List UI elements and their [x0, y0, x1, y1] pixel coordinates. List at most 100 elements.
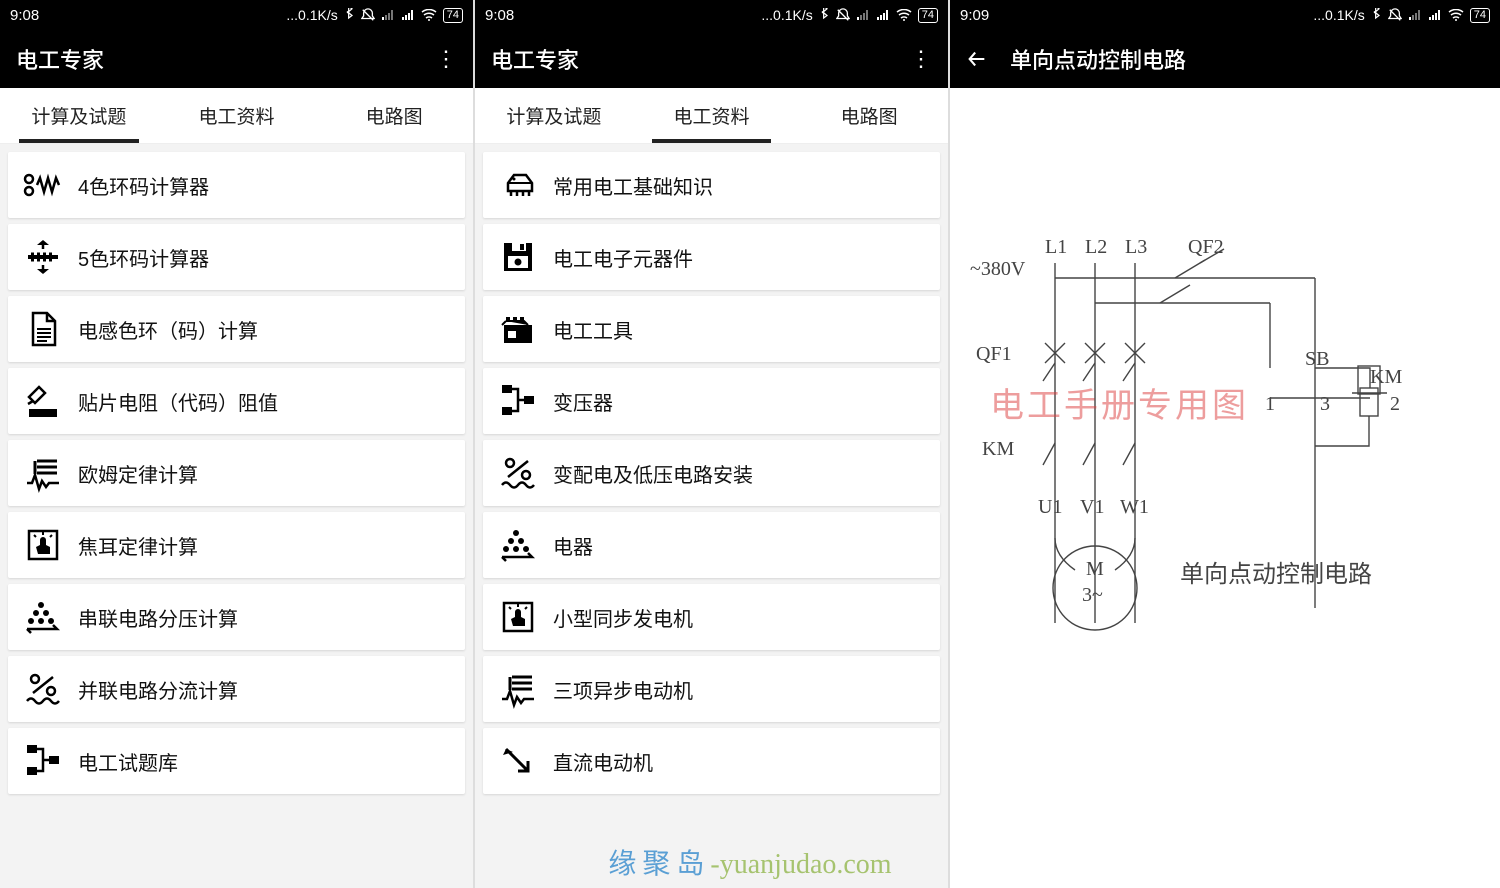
mute-icon: [361, 8, 375, 22]
diagram-caption: 单向点动控制电路: [1180, 554, 1372, 589]
tab-label: 计算及试题: [506, 102, 601, 129]
label-KM-right: KM: [1370, 366, 1402, 389]
status-bar: 9:08 ...0.1K/s 74: [0, 0, 473, 30]
resistor-4-icon: [8, 165, 78, 205]
list-item[interactable]: 小型同步发电机: [483, 584, 940, 650]
page-title: 单向点动控制电路: [1010, 43, 1186, 75]
label-L3: L3: [1125, 236, 1147, 259]
signal-2-icon: [1428, 9, 1442, 21]
list-item[interactable]: 常用电工基础知识: [483, 152, 940, 218]
battery-icon: 74: [443, 8, 463, 23]
back-icon[interactable]: [966, 48, 988, 70]
status-icons: ...0.1K/s 74: [286, 7, 463, 23]
more-menu-icon[interactable]: ⋮: [435, 46, 457, 72]
more-menu-icon[interactable]: ⋮: [910, 46, 932, 72]
smd-icon: [8, 381, 78, 421]
diagram-area[interactable]: ~380V L1 L2 L3 QF2 QF1 SB KM 1 3 2 KM U1…: [950, 88, 1500, 888]
label-n3: 3: [1320, 393, 1330, 416]
list-item-label: 并联电路分流计算: [78, 675, 238, 704]
list-item[interactable]: 贴片电阻（代码）阻值: [8, 368, 465, 434]
list-item-label: 电工工具: [553, 315, 633, 344]
network-speed: ...0.1K/s: [286, 7, 337, 23]
bluetooth-icon: [819, 8, 830, 23]
app-header: 电工专家 ⋮: [0, 30, 473, 88]
sitemap-icon: [483, 381, 553, 421]
app-header: 单向点动控制电路: [950, 30, 1500, 88]
list-item-label: 5色环码计算器: [78, 243, 209, 272]
tab-label: 电路图: [841, 102, 898, 129]
list-item[interactable]: 并联电路分流计算: [8, 656, 465, 722]
list-item[interactable]: 焦耳定律计算: [8, 512, 465, 578]
list-item[interactable]: 直流电动机: [483, 728, 940, 794]
status-icons: ...0.1K/s 74: [1313, 7, 1490, 23]
list-item[interactable]: 变压器: [483, 368, 940, 434]
label-V1: V1: [1080, 496, 1104, 519]
pyramid-icon: [483, 525, 553, 565]
wifi-icon: [421, 9, 437, 21]
screen-3: 9:09 ...0.1K/s 74 单向点动控制电路: [950, 0, 1500, 888]
tab-calc[interactable]: 计算及试题: [475, 88, 633, 143]
list-item-label: 电工试题库: [78, 747, 178, 776]
list-item-label: 常用电工基础知识: [553, 171, 713, 200]
list-item-label: 电感色环（码）计算: [78, 315, 258, 344]
list-item-label: 串联电路分压计算: [78, 603, 238, 632]
tab-materials[interactable]: 电工资料: [158, 88, 316, 143]
label-n2: 2: [1390, 393, 1400, 416]
tab-label: 电工资料: [674, 102, 750, 129]
network-speed: ...0.1K/s: [1313, 7, 1364, 23]
app-header: 电工专家 ⋮: [475, 30, 948, 88]
list-item-label: 三项异步电动机: [553, 675, 693, 704]
status-bar: 9:08 ...0.1K/s 74: [475, 0, 948, 30]
label-QF1: QF1: [976, 343, 1012, 366]
status-icons: ...0.1K/s 74: [761, 7, 938, 23]
list-item[interactable]: 电器: [483, 512, 940, 578]
bluetooth-icon: [1371, 8, 1382, 23]
list-item[interactable]: 电工电子元器件: [483, 224, 940, 290]
label-n1: 1: [1265, 393, 1275, 416]
signal-2-icon: [876, 9, 890, 21]
list-item[interactable]: 欧姆定律计算: [8, 440, 465, 506]
list-item-label: 变配电及低压电路安装: [553, 459, 753, 488]
list-item[interactable]: 4色环码计算器: [8, 152, 465, 218]
label-U1: U1: [1038, 496, 1062, 519]
app-title: 电工专家: [16, 43, 104, 75]
list-calc[interactable]: 4色环码计算器 5色环码计算器电感色环（码）计算贴片电阻（代码）阻值欧姆定律计算焦…: [0, 144, 473, 888]
battery-icon: 74: [1470, 8, 1490, 23]
label-voltage: ~380V: [970, 258, 1025, 281]
floppy-icon: [483, 237, 553, 277]
label-L1: L1: [1045, 236, 1067, 259]
screen-1: 9:08 ...0.1K/s 74: [0, 0, 475, 888]
list-item[interactable]: 三项异步电动机: [483, 656, 940, 722]
list-item[interactable]: 变配电及低压电路安装: [483, 440, 940, 506]
list-item[interactable]: 电工工具: [483, 296, 940, 362]
list-materials[interactable]: 常用电工基础知识电工电子元器件电工工具变压器变配电及低压电路安装电器小型同步发电…: [475, 144, 948, 888]
list-item[interactable]: 5色环码计算器: [8, 224, 465, 290]
status-time: 9:08: [485, 7, 514, 24]
tab-circuits[interactable]: 电路图: [315, 88, 473, 143]
toolbox-icon: [483, 309, 553, 349]
tab-circuits[interactable]: 电路图: [790, 88, 948, 143]
list-item[interactable]: 串联电路分压计算: [8, 584, 465, 650]
pulse-lines-icon: [483, 669, 553, 709]
label-QF2: QF2: [1188, 236, 1224, 259]
app-title: 电工专家: [491, 43, 579, 75]
list-item[interactable]: 电工试题库: [8, 728, 465, 794]
status-time: 9:08: [10, 7, 39, 24]
tab-label: 计算及试题: [31, 102, 126, 129]
bluetooth-icon: [344, 8, 355, 23]
list-item[interactable]: 电感色环（码）计算: [8, 296, 465, 362]
tab-calc[interactable]: 计算及试题: [0, 88, 158, 143]
list-item-label: 电器: [553, 531, 593, 560]
tab-materials[interactable]: 电工资料: [633, 88, 791, 143]
label-W1: W1: [1120, 496, 1149, 519]
circuit-svg: [960, 238, 1490, 658]
label-L2: L2: [1085, 236, 1107, 259]
touch-icon: [483, 597, 553, 637]
list-item-label: 欧姆定律计算: [78, 459, 198, 488]
signal-1-icon: [856, 9, 870, 21]
network-speed: ...0.1K/s: [761, 7, 812, 23]
touch-icon: [8, 525, 78, 565]
status-bar: 9:09 ...0.1K/s 74: [950, 0, 1500, 30]
arrow-diag-icon: [483, 741, 553, 781]
tab-label: 电路图: [366, 102, 423, 129]
